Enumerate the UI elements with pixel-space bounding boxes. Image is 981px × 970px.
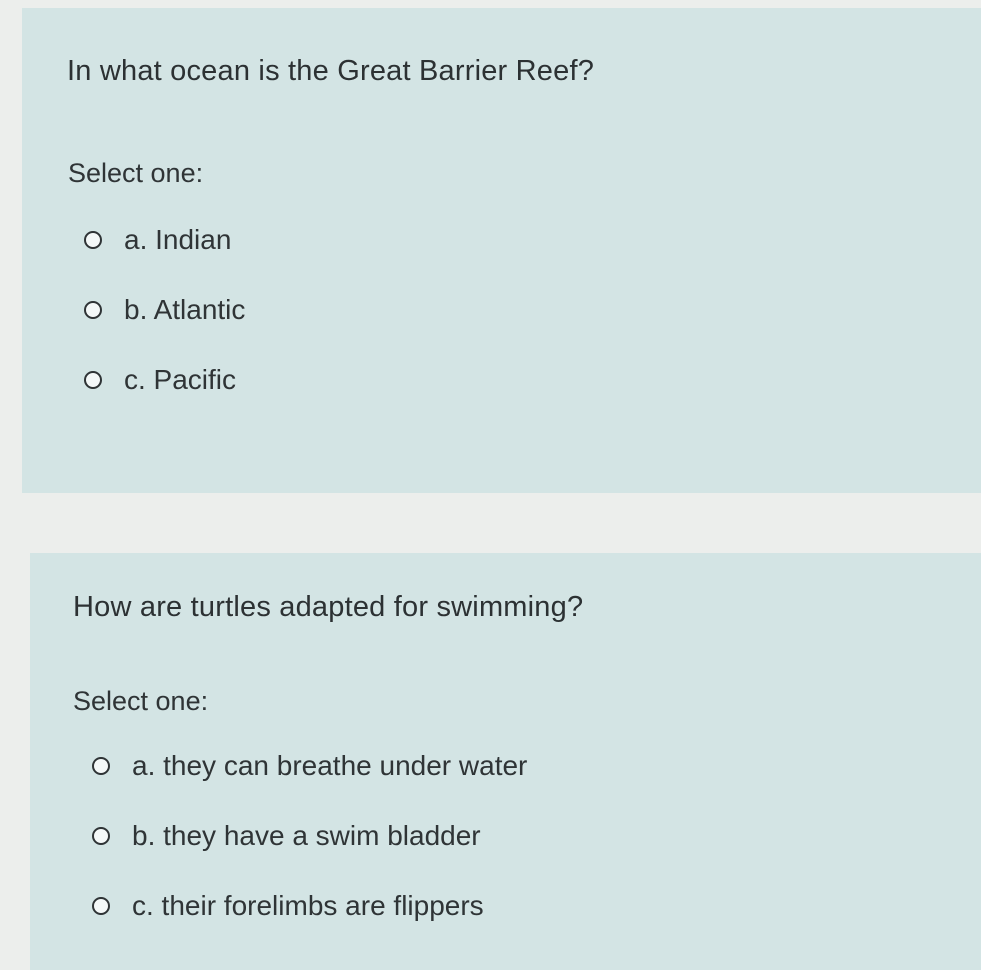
answer-label: a. they can breathe under water [132, 750, 528, 781]
answer-options: a. they can breathe under water b. they … [92, 748, 527, 924]
answer-label: c. their forelimbs are flippers [132, 890, 484, 921]
answer-label: b. they have a swim bladder [132, 820, 481, 851]
answer-label: c. Pacific [124, 364, 237, 395]
answer-label: a. Indian [124, 224, 232, 255]
select-one-prompt: Select one: [68, 158, 204, 188]
answer-option-c[interactable]: c. their forelimbs are flippers [92, 888, 527, 924]
answer-option-a[interactable]: a. they can breathe under water [92, 748, 527, 784]
question-card-2: How are turtles adapted for swimming? Se… [30, 553, 981, 970]
radio-button[interactable] [92, 897, 110, 915]
question-text: How are turtles adapted for swimming? [73, 591, 584, 623]
radio-button[interactable] [92, 827, 110, 845]
radio-button[interactable] [84, 231, 102, 249]
answer-label: b. Atlantic [124, 294, 246, 325]
answer-options: a. Indian b. Atlantic c. Pacific [84, 222, 245, 398]
quiz-page: In what ocean is the Great Barrier Reef?… [0, 0, 981, 970]
answer-option-b[interactable]: b. they have a swim bladder [92, 818, 527, 854]
radio-button[interactable] [92, 757, 110, 775]
radio-button[interactable] [84, 301, 102, 319]
question-text: In what ocean is the Great Barrier Reef? [67, 55, 595, 87]
answer-option-c[interactable]: c. Pacific [84, 362, 245, 398]
answer-option-b[interactable]: b. Atlantic [84, 292, 245, 328]
answer-option-a[interactable]: a. Indian [84, 222, 245, 258]
question-card-1: In what ocean is the Great Barrier Reef?… [22, 8, 981, 493]
radio-button[interactable] [84, 371, 102, 389]
select-one-prompt: Select one: [73, 686, 209, 716]
